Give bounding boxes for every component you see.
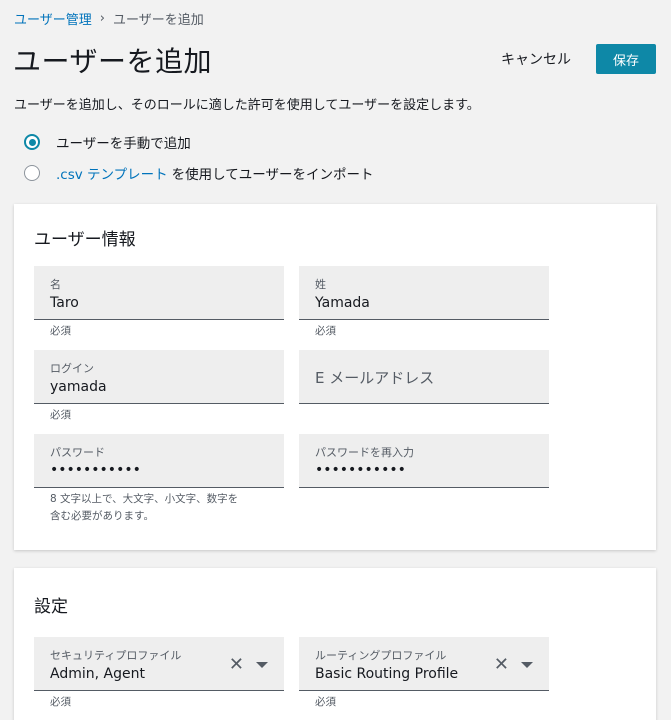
email-placeholder: E メールアドレス (315, 369, 435, 387)
close-icon[interactable]: ✕ (229, 656, 244, 674)
chevron-right-icon: › (99, 11, 105, 26)
cancel-button[interactable]: キャンセル (488, 44, 584, 74)
password-field[interactable]: パスワード ••••••••••• (34, 434, 284, 488)
password-label: パスワード (50, 446, 105, 459)
password-confirm-field[interactable]: パスワードを再入力 ••••••••••• (299, 434, 549, 488)
login-value[interactable]: yamada (50, 379, 250, 395)
password-value[interactable]: ••••••••••• (50, 462, 250, 478)
last-name-value[interactable]: Yamada (315, 295, 515, 311)
routing-profile-hint: 必須 (315, 696, 336, 708)
security-profile-hint: 必須 (50, 696, 71, 708)
password-hint-line2: 含む必要があります。 (50, 510, 154, 522)
last-name-label: 姓 (315, 278, 326, 291)
user-info-card: ユーザー情報 名 Taro 必須 姓 Yamada 必須 ログイン yamada… (14, 204, 656, 550)
breadcrumb: ユーザー管理 › ユーザーを追加 (14, 9, 204, 28)
email-field[interactable]: E メールアドレス (299, 350, 549, 404)
first-name-value[interactable]: Taro (50, 295, 250, 311)
security-profile-label: セキュリティプロファイル (50, 649, 182, 662)
security-profile-select[interactable]: セキュリティプロファイル Admin, Agent ✕ (34, 637, 284, 691)
routing-profile-label: ルーティングプロファイル (315, 649, 447, 662)
login-hint: 必須 (50, 409, 71, 421)
last-name-field[interactable]: 姓 Yamada (299, 266, 549, 320)
caret-down-icon[interactable] (256, 662, 268, 668)
import-label: を使用してユーザーをインポート (171, 167, 374, 183)
settings-title: 設定 (34, 597, 68, 617)
user-info-title: ユーザー情報 (34, 230, 136, 250)
login-label: ログイン (50, 362, 94, 375)
last-name-hint: 必須 (315, 325, 336, 337)
first-name-field[interactable]: 名 Taro (34, 266, 284, 320)
settings-card: 設定 セキュリティプロファイル Admin, Agent ✕ 必須 ルーティング… (14, 568, 656, 720)
first-name-hint: 必須 (50, 325, 71, 337)
import-option[interactable]: .csv テンプレート を使用してユーザーをインポート (24, 163, 373, 183)
password-hint-line1: 8 文字以上で、大文字、小文字、数字を (50, 493, 239, 505)
routing-profile-select[interactable]: ルーティングプロファイル Basic Routing Profile ✕ (299, 637, 549, 691)
first-name-label: 名 (50, 278, 61, 291)
page-title: ユーザーを追加 (13, 45, 212, 78)
manual-add-label: ユーザーを手動で追加 (56, 136, 191, 152)
close-icon[interactable]: ✕ (494, 656, 509, 674)
breadcrumb-user-management[interactable]: ユーザー管理 (14, 9, 92, 28)
routing-profile-value: Basic Routing Profile (315, 666, 459, 682)
intro-text: ユーザーを追加し、そのロールに適した許可を使用してユーザーを設定します。 (14, 98, 480, 113)
security-profile-value: Admin, Agent (50, 666, 145, 682)
import-radio[interactable] (24, 165, 40, 181)
password-confirm-value[interactable]: ••••••••••• (315, 462, 515, 478)
caret-down-icon[interactable] (521, 662, 533, 668)
manual-add-option[interactable]: ユーザーを手動で追加 (24, 132, 191, 152)
password-hint: 8 文字以上で、大文字、小文字、数字を 含む必要があります。 (50, 491, 238, 525)
breadcrumb-current: ユーザーを追加 (112, 13, 204, 28)
password-confirm-label: パスワードを再入力 (315, 446, 414, 459)
csv-template-link[interactable]: .csv テンプレート (56, 163, 168, 183)
login-field[interactable]: ログイン yamada (34, 350, 284, 404)
manual-add-radio[interactable] (24, 134, 40, 150)
save-button[interactable]: 保存 (596, 44, 656, 74)
